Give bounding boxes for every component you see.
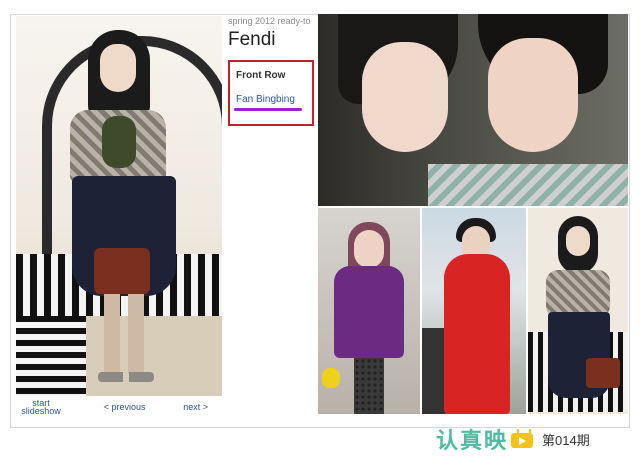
- handbag-right: [586, 358, 620, 388]
- start-slideshow-link[interactable]: start slideshow: [16, 399, 66, 416]
- purple-coat: [334, 266, 404, 358]
- start-slideshow-line2: slideshow: [21, 406, 61, 416]
- name-underline: [234, 108, 302, 111]
- previous-link[interactable]: < previous: [104, 402, 146, 412]
- figure-bow: [102, 116, 136, 168]
- face-left: [362, 42, 448, 152]
- brand-title: Fendi: [228, 29, 276, 50]
- red-dress: [444, 254, 510, 414]
- season-label: spring 2012 ready-to: [228, 16, 311, 26]
- issue-number: 第014期: [542, 432, 590, 448]
- crowd: [422, 328, 446, 414]
- red-dress-photo[interactable]: [422, 208, 526, 414]
- polka-tights: [354, 358, 384, 414]
- yellow-bag: [322, 368, 340, 388]
- logo-text: 认真映: [436, 428, 509, 453]
- selfie-photo[interactable]: [318, 14, 628, 206]
- tv-icon: [511, 429, 535, 449]
- figure-face: [100, 44, 136, 92]
- front-row-name-link[interactable]: Fan Bingbing: [236, 94, 295, 105]
- patterned-clothing: [428, 164, 628, 206]
- purple-face: [354, 230, 384, 268]
- figure-face-right: [566, 226, 590, 256]
- next-link[interactable]: next >: [183, 402, 208, 412]
- face-right: [488, 38, 578, 152]
- runway-photo-right[interactable]: [528, 208, 628, 414]
- front-row-label: Front Row: [236, 70, 286, 81]
- front-row-highlight: Front Row Fan Bingbing: [228, 60, 314, 126]
- figure-plaid-top-right: [546, 270, 610, 318]
- purple-outfit-photo[interactable]: [318, 208, 420, 414]
- handbag: [94, 248, 150, 294]
- figure-legs: [104, 294, 144, 374]
- runway-photo-left[interactable]: [16, 16, 222, 396]
- shoes: [98, 372, 154, 382]
- floor: [76, 316, 222, 396]
- striped-step: [16, 316, 86, 396]
- info-panel: spring 2012 ready-to Fendi Front Row Fan…: [228, 16, 318, 416]
- slideshow-controls: start slideshow < previous next >: [16, 396, 222, 418]
- brand-logo: 认真映 第014期: [436, 424, 590, 454]
